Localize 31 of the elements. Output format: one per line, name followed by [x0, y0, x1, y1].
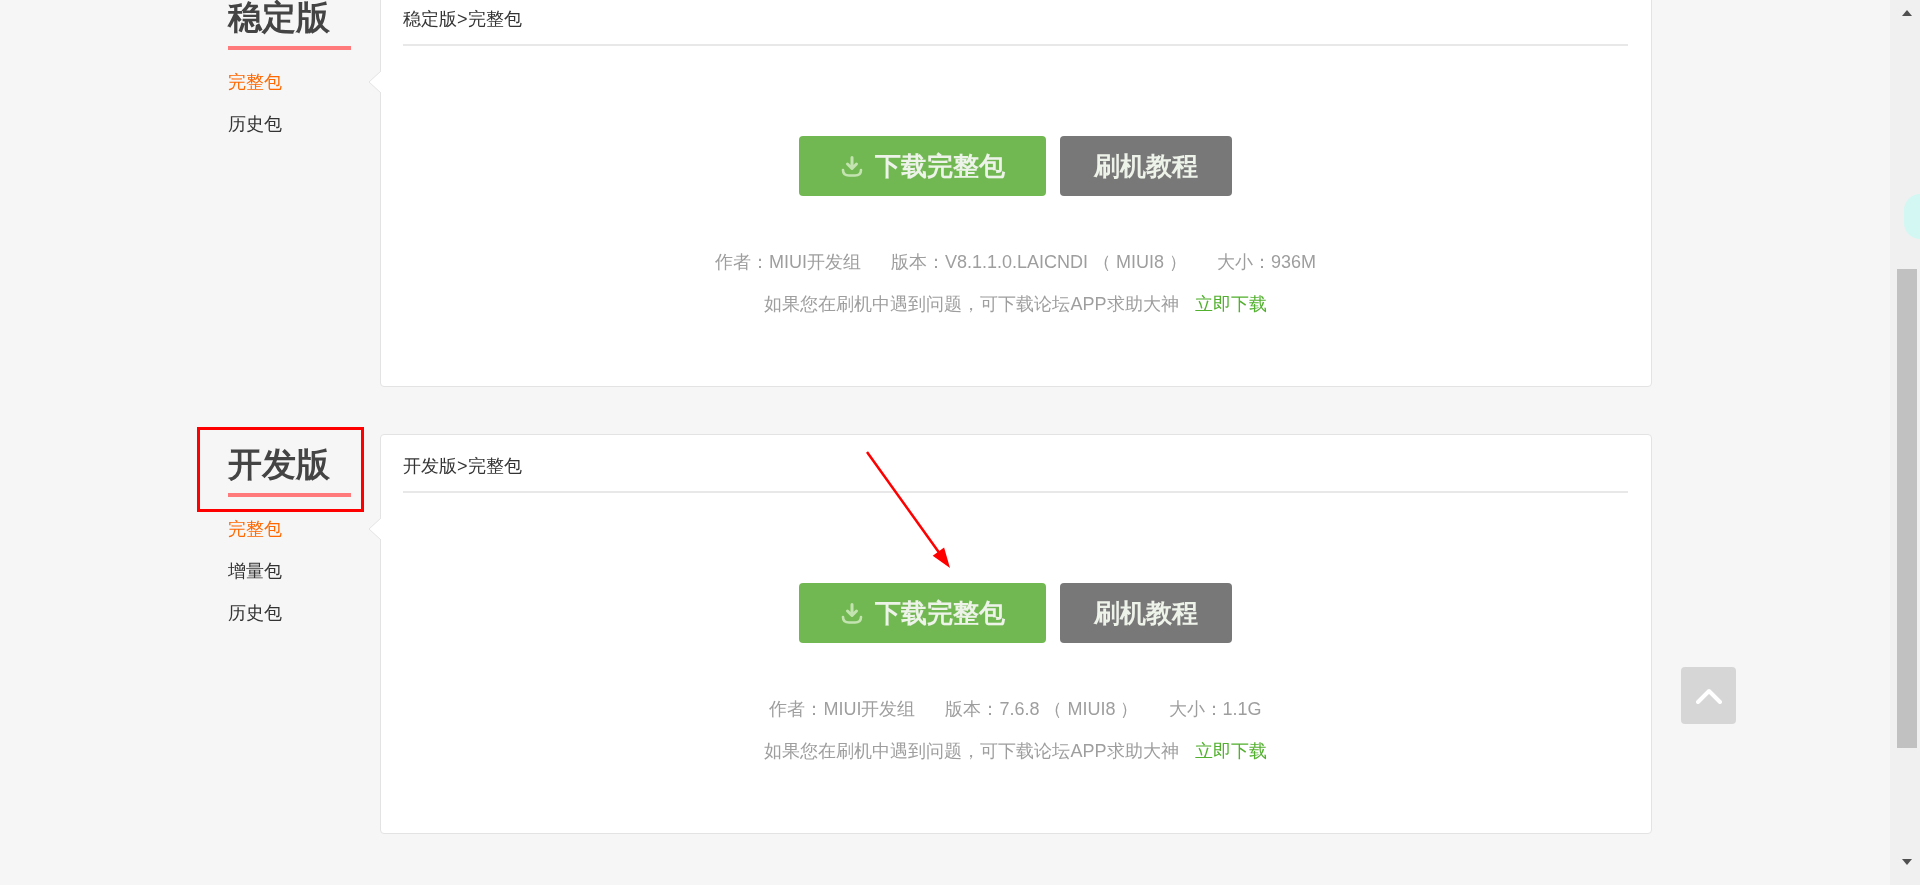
info-text: 作者：MIUI开发组 [714, 251, 861, 274]
menu-item[interactable]: 增量包 [228, 559, 282, 583]
download-button[interactable]: 下载完整包 [799, 583, 1046, 643]
info-text: 版本：V8.1.1.0.LAICNDI （ MIUI8 ） [890, 251, 1187, 274]
scroll-down-arrow-icon[interactable] [1901, 859, 1912, 865]
download-icon [840, 602, 863, 624]
tutorial-button[interactable]: 刷机教程 [1060, 583, 1232, 643]
tutorial-button[interactable]: 刷机教程 [1060, 136, 1232, 196]
breadcrumb-text: 稳定版>完整包 [403, 9, 522, 29]
help-text: 如果您在刷机中遇到问题，可下载论坛APP求助大神 [764, 293, 1179, 316]
menu-item[interactable]: 完整包 [228, 517, 282, 541]
breadcrumb-text: 开发版>完整包 [403, 456, 522, 476]
download-link[interactable]: 立即下载 [1194, 730, 1267, 772]
section-heading: 稳定版 [228, 0, 330, 34]
menu-item[interactable]: 历史包 [228, 112, 282, 136]
download-icon [840, 155, 863, 177]
info-text: 大小：1.1G [1168, 698, 1262, 721]
scrollbar-thumb[interactable] [1896, 269, 1917, 748]
back-to-top-button[interactable] [1681, 667, 1736, 724]
download-button[interactable]: 下载完整包 [799, 136, 1046, 196]
download-link[interactable]: 立即下载 [1194, 283, 1267, 325]
section-heading: 开发版 [228, 447, 330, 481]
scroll-up-arrow-icon[interactable] [1901, 10, 1912, 16]
info-text: 大小：936M [1217, 251, 1317, 274]
menu-item[interactable]: 完整包 [228, 70, 282, 94]
info-text: 作者：MIUI开发组 [769, 698, 916, 721]
info-text: 版本：7.6.8 （ MIUI8 ） [945, 698, 1139, 721]
help-text: 如果您在刷机中遇到问题，可下载论坛APP求助大神 [764, 740, 1179, 763]
scrollbar-track[interactable] [1890, 0, 1920, 885]
chevron-up-icon [1695, 687, 1722, 704]
menu-item[interactable]: 历史包 [228, 601, 282, 625]
